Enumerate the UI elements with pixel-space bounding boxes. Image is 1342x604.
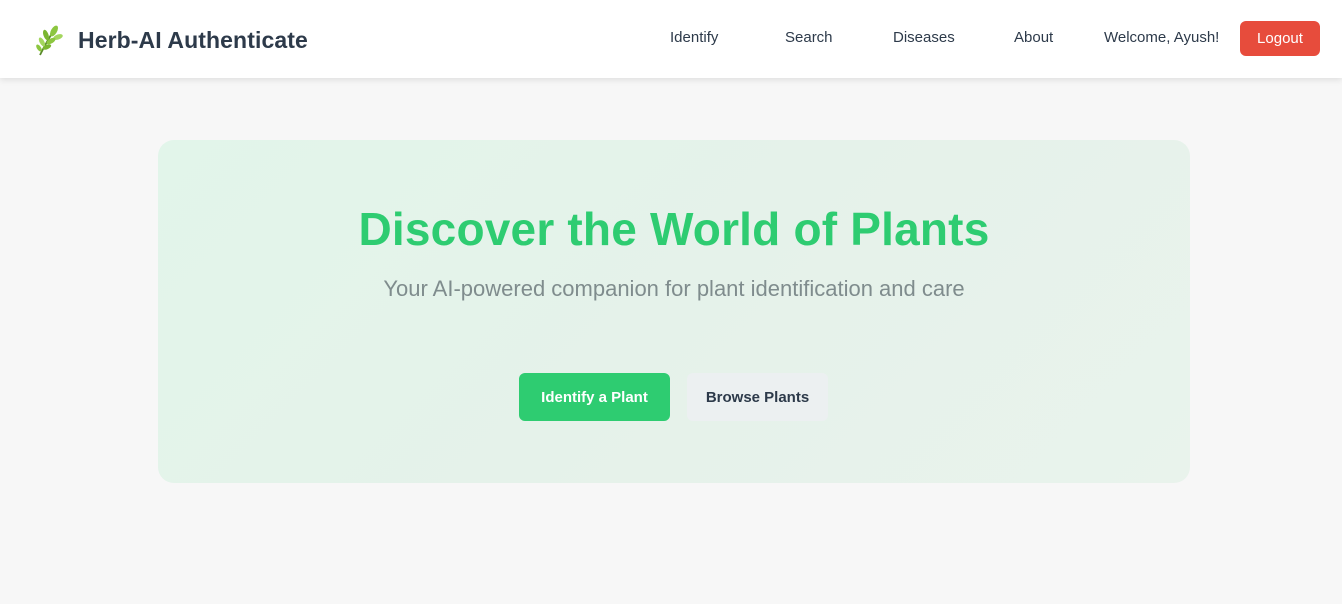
nav-link-about[interactable]: About [1014, 29, 1053, 46]
nav-link-diseases[interactable]: Diseases [893, 29, 955, 46]
top-navbar: Herb-AI Authenticate Identify Search Dis… [0, 0, 1342, 78]
nav-link-identify[interactable]: Identify [670, 29, 718, 46]
welcome-text: Welcome, Ayush! [1104, 29, 1220, 46]
browse-plants-button[interactable]: Browse Plants [687, 373, 828, 421]
hero-subtitle: Your AI-powered companion for plant iden… [383, 276, 965, 301]
nav-links: Identify Search Diseases About Welcome, … [0, 0, 1342, 78]
nav-link-search[interactable]: Search [785, 29, 833, 46]
logout-button[interactable]: Logout [1240, 21, 1320, 56]
identify-plant-button[interactable]: Identify a Plant [519, 373, 670, 421]
hero-section: Discover the World of Plants Your AI-pow… [158, 140, 1190, 483]
hero-title: Discover the World of Plants [358, 203, 990, 255]
